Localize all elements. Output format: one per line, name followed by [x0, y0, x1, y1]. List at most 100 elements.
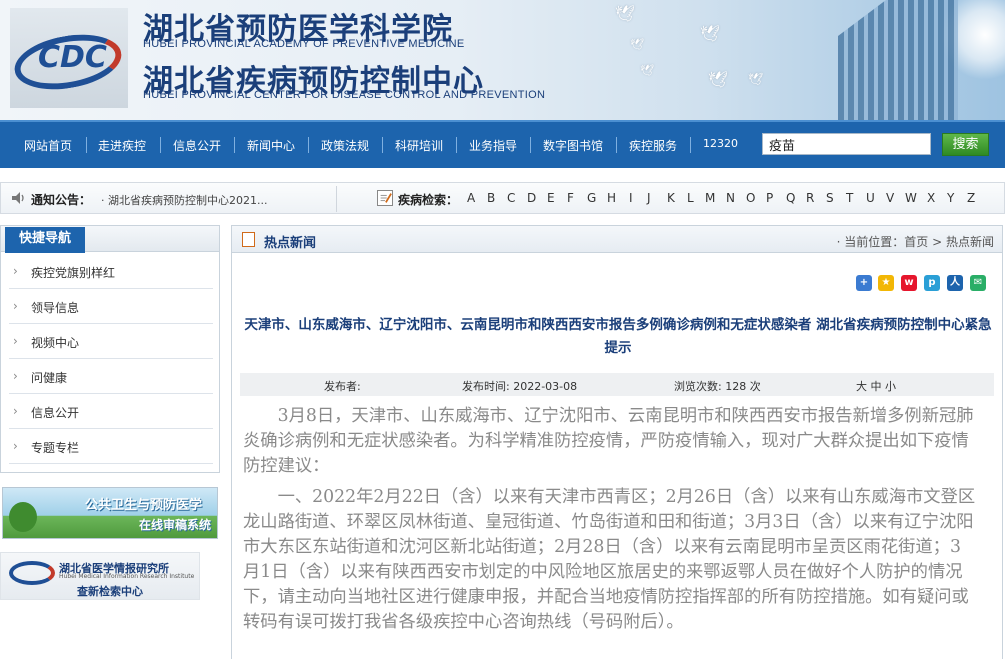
letter-link[interactable]: S: [826, 191, 834, 205]
letter-link[interactable]: L: [687, 191, 694, 205]
nav-item-info[interactable]: 信息公开: [173, 137, 221, 154]
sidebar-item-leaders[interactable]: › 领导信息: [9, 289, 213, 324]
nav-item-hotline[interactable]: 12320: [703, 137, 738, 150]
article-body: 3月8日，天津市、山东威海市、辽宁沈阳市、云南昆明市和陕西西安市报告新增多例新冠…: [243, 404, 978, 641]
nav-separator: [308, 137, 309, 153]
weibo-icon[interactable]: w: [901, 275, 917, 291]
speaker-icon: [12, 192, 24, 204]
sidebar-item-label: 信息公开: [31, 406, 80, 420]
letter-link[interactable]: U: [866, 191, 875, 205]
sidebar-item-label: 领导信息: [31, 301, 80, 315]
nav-separator: [456, 137, 457, 153]
view-count: 浏览次数: 128 次: [674, 380, 761, 393]
site-subtitle-academy: HUBEI PROVINCIAL ACADEMY OF PREVENTIVE M…: [143, 38, 465, 50]
quick-nav-header: 快捷导航: [1, 226, 219, 253]
article-paragraph: 一、2022年2月22日（含）以来有天津市西青区；2月26日（含）以来有山东威海…: [243, 487, 976, 632]
letter-link[interactable]: Q: [786, 191, 795, 205]
nav-item-services[interactable]: 疾控服务: [629, 137, 677, 154]
chevron-right-icon: ›: [13, 299, 18, 313]
nav-item-about[interactable]: 走进疾控: [98, 137, 146, 154]
letter-link[interactable]: D: [527, 191, 536, 205]
sidebar-item-party[interactable]: › 疾控党旗别样红: [9, 254, 213, 289]
notice-link[interactable]: · 湖北省疾病预防控制中心2021...: [101, 192, 267, 208]
sidebar-item-label: 问健康: [31, 371, 68, 385]
letter-link[interactable]: J: [647, 191, 651, 205]
tree-icon: [9, 502, 37, 532]
letter-link[interactable]: P: [766, 191, 773, 205]
font-size-toggle[interactable]: 大 中 小: [856, 378, 896, 394]
letter-link[interactable]: B: [487, 191, 495, 205]
nav-separator: [86, 137, 87, 153]
dove-icon: 🕊: [615, 4, 636, 23]
notice-bar: 通知公告： · 湖北省疾病预防控制中心2021... 疾病检索： A B C D…: [0, 182, 1005, 214]
chevron-right-icon: ›: [13, 404, 18, 418]
dove-icon: 🕊: [708, 70, 729, 89]
notice-label: 通知公告：: [31, 193, 92, 207]
search-input[interactable]: [762, 133, 931, 155]
document-icon: [242, 232, 255, 247]
nav-separator: [234, 137, 235, 153]
breadcrumb[interactable]: · 当前位置：首页 > 热点新闻: [837, 233, 994, 250]
nav-separator: [690, 137, 691, 153]
letter-link[interactable]: I: [629, 191, 633, 205]
letter-link[interactable]: H: [607, 191, 616, 205]
letter-link[interactable]: O: [746, 191, 755, 205]
nav-item-research[interactable]: 科研培训: [395, 137, 443, 154]
site-header: 🕊 🕊 🕊 🕊 🕊 🕊 CDC 湖北省预防医学科学院 HUBEI PROVINC…: [0, 0, 1005, 120]
nav-item-home[interactable]: 网站首页: [24, 137, 72, 154]
nav-separator: [616, 137, 617, 153]
cdc-logo[interactable]: CDC: [10, 8, 130, 108]
chevron-right-icon: ›: [13, 334, 18, 348]
letter-link[interactable]: A: [467, 191, 475, 205]
qzone-icon[interactable]: ★: [878, 275, 894, 291]
plus-icon[interactable]: +: [856, 275, 872, 291]
nav-item-policy[interactable]: 政策法规: [321, 137, 369, 154]
disease-search-label: 疾病检索：: [398, 193, 459, 207]
sidebar-item-topics[interactable]: › 专题专栏: [9, 429, 213, 464]
nav-item-guidance[interactable]: 业务指导: [469, 137, 517, 154]
article-meta: 发布者: 发布时间: 2022-03-08 浏览次数: 128 次 大 中 小: [240, 373, 994, 396]
divider: [336, 186, 337, 212]
dove-icon: 🕊: [630, 38, 644, 51]
banner-subtitle: 查新检索中心: [77, 585, 143, 598]
sidebar-item-video[interactable]: › 视频中心: [9, 324, 213, 359]
chevron-right-icon: ›: [13, 264, 18, 278]
letter-link[interactable]: G: [587, 191, 596, 205]
letter-link[interactable]: X: [927, 191, 935, 205]
letter-link[interactable]: Y: [947, 191, 954, 205]
site-subtitle-cdc: HUBEI PROVINCIAL CENTER FOR DISEASE CONT…: [143, 89, 546, 101]
sidebar-item-label: 专题专栏: [31, 441, 80, 455]
pengyou-icon[interactable]: p: [924, 275, 940, 291]
nav-item-news[interactable]: 新闻中心: [247, 137, 295, 154]
medical-info-institute-banner[interactable]: 湖北省医学情报研究所 Hubei Medical Information Res…: [0, 552, 200, 600]
letter-link[interactable]: K: [667, 191, 675, 205]
banner-english-name: Hubei Medical Information Research Insti…: [59, 573, 195, 580]
letter-link[interactable]: M: [705, 191, 715, 205]
wechat-icon[interactable]: ✉: [970, 275, 986, 291]
sidebar-item-health-qa[interactable]: › 问健康: [9, 359, 213, 394]
nav-separator: [382, 137, 383, 153]
quick-nav-panel: 快捷导航 › 疾控党旗别样红 › 领导信息 › 视频中心 › 问健康 › 信息公…: [0, 225, 220, 473]
search-button[interactable]: 搜索: [942, 133, 989, 156]
sidebar-item-label: 疾控党旗别样红: [31, 266, 116, 280]
letter-link[interactable]: N: [726, 191, 735, 205]
chevron-right-icon: ›: [13, 369, 18, 383]
letter-link[interactable]: R: [806, 191, 814, 205]
sidebar-item-label: 视频中心: [31, 336, 80, 350]
sidebar-item-info[interactable]: › 信息公开: [9, 394, 213, 429]
letter-link[interactable]: V: [886, 191, 894, 205]
nav-item-library[interactable]: 数字图书馆: [543, 137, 603, 154]
letter-link[interactable]: W: [905, 191, 917, 205]
letter-link[interactable]: E: [547, 191, 555, 205]
banner-title: 公共卫生与预防医学: [85, 498, 203, 513]
review-system-banner[interactable]: 公共卫生与预防医学 在线审稿系统: [2, 487, 218, 539]
dove-icon: 🕊: [700, 24, 721, 43]
nav-separator: [160, 137, 161, 153]
letter-link[interactable]: Z: [967, 191, 975, 205]
renren-icon[interactable]: 人: [947, 275, 963, 291]
letter-link[interactable]: F: [567, 191, 574, 205]
letter-link[interactable]: T: [846, 191, 853, 205]
letter-link[interactable]: C: [507, 191, 515, 205]
publish-time: 发布时间: 2022-03-08: [462, 380, 578, 393]
nav-separator: [530, 137, 531, 153]
